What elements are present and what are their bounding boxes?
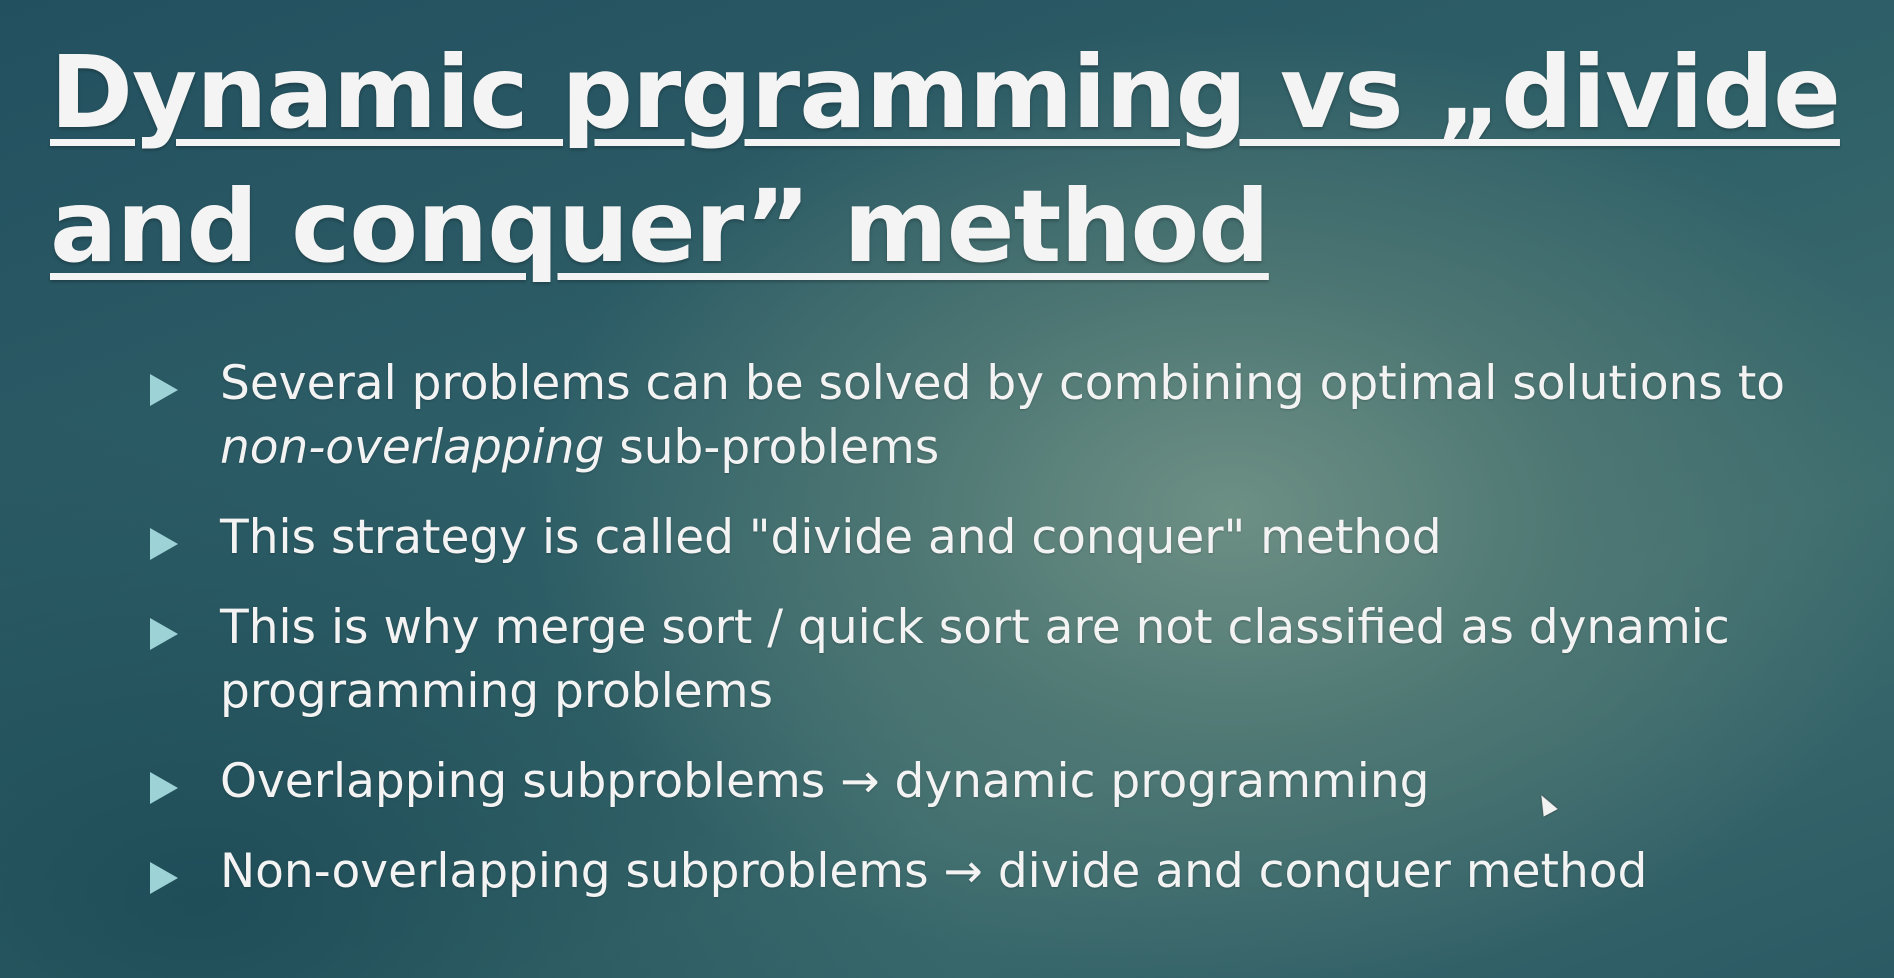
bullet-text-suffix: sub-problems [604,420,940,475]
bullet-list: Several problems can be solved by combin… [146,352,1866,930]
bullet-item: This is why merge sort / quick sort are … [146,596,1866,724]
bullet-triangle-icon [150,862,178,894]
bullet-triangle-icon [150,528,178,560]
bullet-triangle-icon [150,772,178,804]
title-line-1: Dynamic prgramming vs „divide [50,34,1841,151]
bullet-text-prefix: Several problems can be solved by combin… [220,356,1786,411]
title-line-2: and conquer” method [50,168,1270,285]
bullet-item: Several problems can be solved by combin… [146,352,1866,480]
bullet-item: Non-overlapping subproblems → divide and… [146,840,1866,904]
slide: Dynamic prgramming vs „divide and conque… [0,0,1894,978]
bullet-triangle-icon [150,618,178,650]
bullet-text: Non-overlapping subproblems → divide and… [220,844,1648,899]
bullet-item: This strategy is called "divide and conq… [146,506,1866,570]
bullet-text: Overlapping subproblems → dynamic progra… [220,754,1430,809]
bullet-item: Overlapping subproblems → dynamic progra… [146,750,1866,814]
bullet-text: This is why merge sort / quick sort are … [220,600,1730,719]
bullet-text-emphasis: non-overlapping [220,420,605,475]
bullet-triangle-icon [150,374,178,406]
bullet-text: This strategy is called "divide and conq… [220,510,1442,565]
slide-title: Dynamic prgramming vs „divide and conque… [50,26,1850,294]
